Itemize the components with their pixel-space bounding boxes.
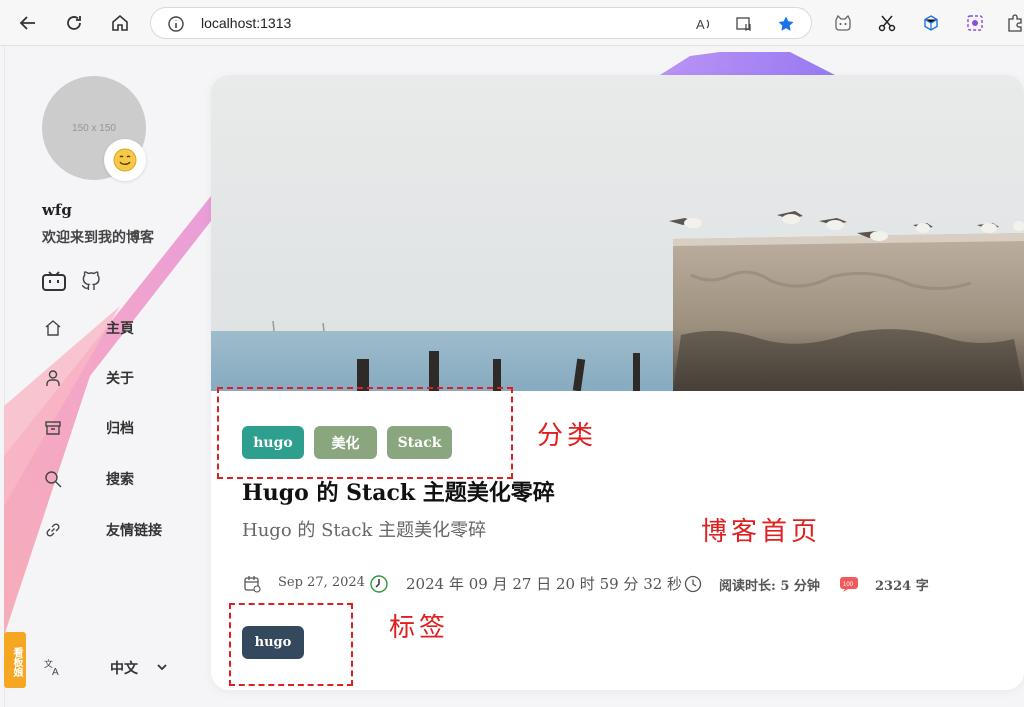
- annotation-homepage-label: 博客首页: [701, 517, 822, 547]
- github-icon: [81, 271, 100, 290]
- reading-time: 阅读时长: 5 分钟: [719, 579, 820, 594]
- screenshot-scissors-icon[interactable]: [876, 12, 898, 34]
- annotation-category-box: [217, 387, 513, 479]
- avatar-emoji-badge: [104, 139, 146, 181]
- annotation-tag-box: [229, 603, 353, 686]
- info-icon[interactable]: [165, 13, 187, 35]
- svg-text:A: A: [52, 667, 59, 676]
- extensions-puzzle-icon[interactable]: [1004, 12, 1024, 34]
- menu-item-search[interactable]: 搜索: [42, 464, 202, 494]
- avatar-placeholder-text: 150 x 150: [72, 122, 116, 134]
- word-count-icon: 100: [839, 574, 859, 594]
- calendar-icon: [242, 574, 262, 594]
- menu-item-about[interactable]: 关于: [42, 363, 202, 393]
- read-aloud-icon[interactable]: A: [693, 13, 715, 35]
- article-card[interactable]: hugo 美化 Stack Hugo 的 Stack 主题美化零碎 Hugo 的…: [211, 75, 1024, 690]
- menu-item-label: 友情链接: [106, 523, 162, 539]
- kanban-girl-toggle[interactable]: 看板娘: [4, 632, 26, 688]
- reader-mode-icon[interactable]: [733, 13, 755, 35]
- page-viewport: 150 x 150 wfg 欢迎来到我的博客 主頁 关于 归档 搜索 友情链接 …: [0, 46, 1024, 707]
- home-icon: [42, 317, 64, 339]
- annotation-category-label: 分类: [537, 421, 598, 451]
- site-description: 欢迎来到我的博客: [42, 230, 154, 246]
- archive-icon: [42, 417, 64, 439]
- address-bar[interactable]: localhost:1313 A: [150, 7, 812, 39]
- publish-date: Sep 27, 2024: [278, 575, 365, 590]
- language-label: 中文: [110, 661, 138, 677]
- home-icon: [112, 14, 128, 31]
- favorite-star-icon[interactable]: [775, 13, 797, 35]
- word-count: 2324 字: [875, 579, 929, 594]
- user-icon: [42, 367, 64, 389]
- bilibili-link[interactable]: [41, 267, 67, 293]
- svg-text:100: 100: [843, 582, 854, 588]
- clock-green-icon: [369, 574, 389, 594]
- github-link[interactable]: [78, 267, 104, 293]
- menu-item-label: 搜索: [106, 472, 134, 488]
- article-subtitle: Hugo 的 Stack 主题美化零碎: [242, 520, 487, 541]
- menu-item-archive[interactable]: 归档: [42, 413, 202, 443]
- back-arrow-icon: [19, 16, 35, 30]
- refresh-icon: [67, 16, 81, 30]
- menu-item-home[interactable]: 主頁: [42, 313, 202, 343]
- translate-icon: 文A: [44, 658, 62, 680]
- article-title[interactable]: Hugo 的 Stack 主题美化零碎: [242, 475, 555, 507]
- svg-text:A: A: [696, 17, 705, 32]
- menu-item-label: 关于: [106, 371, 134, 387]
- menu-item-links[interactable]: 友情链接: [42, 515, 202, 545]
- menu-item-label: 主頁: [106, 321, 134, 337]
- article-cover-image[interactable]: [211, 75, 1024, 391]
- extension-capture-icon[interactable]: [964, 12, 986, 34]
- home-button[interactable]: [106, 9, 134, 37]
- language-selector[interactable]: 文A 中文: [44, 656, 174, 682]
- search-icon: [42, 468, 64, 490]
- refresh-button[interactable]: [60, 9, 88, 37]
- publish-datetime: 2024 年 09 月 27 日 20 时 59 分 32 秒: [406, 575, 683, 593]
- url-text: localhost:1313: [201, 15, 292, 31]
- link-icon: [42, 519, 64, 541]
- clock-icon: [683, 574, 703, 594]
- browser-toolbar: localhost:1313 A: [0, 0, 1024, 46]
- extension-cat-icon[interactable]: [832, 12, 854, 34]
- bilibili-icon: [42, 271, 66, 291]
- extension-cube-icon[interactable]: [920, 12, 942, 34]
- annotation-tag-label: 标签: [389, 613, 450, 643]
- chevron-down-icon: [155, 659, 169, 678]
- smile-emoji-icon: [113, 148, 137, 172]
- menu-item-label: 归档: [106, 421, 134, 437]
- site-name: wfg: [42, 201, 72, 219]
- back-button[interactable]: [14, 9, 42, 37]
